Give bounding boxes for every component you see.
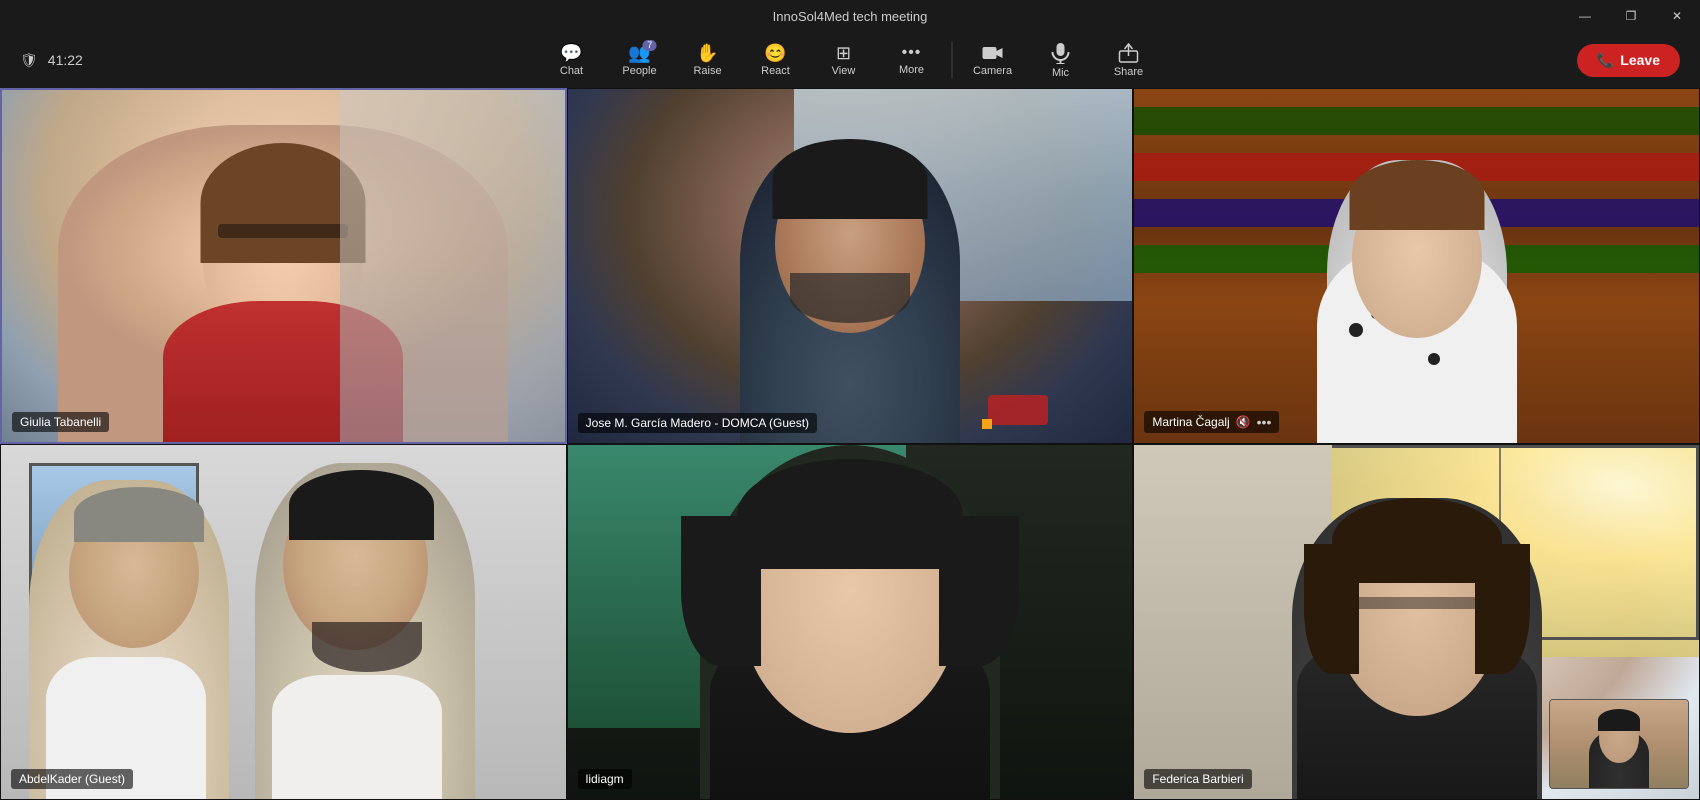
name-label-federica: Federica Barbieri <box>1144 769 1251 789</box>
name-label-lidiagm: lidiagm <box>578 769 632 789</box>
title-bar: InnoSol4Med tech meeting — ❐ ✕ <box>0 0 1700 32</box>
video-cell-lidiagm[interactable]: lidiagm <box>567 444 1134 800</box>
camera-icon <box>982 44 1004 62</box>
window-title: InnoSol4Med tech meeting <box>773 9 928 24</box>
leave-phone-icon: 📞 <box>1597 52 1614 69</box>
video-cell-jose[interactable]: Jose M. García Madero - DOMCA (Guest) <box>567 88 1134 444</box>
chat-icon: 💬 <box>560 44 582 62</box>
video-feed-jose <box>568 89 1133 443</box>
mute-icon-martina: 🔇 <box>1236 415 1251 429</box>
video-cell-giulia[interactable]: Giulia Tabanelli <box>0 88 567 444</box>
raise-button[interactable]: ✋ Raise <box>676 36 740 84</box>
self-view-feed <box>1550 700 1688 788</box>
toolbar-right: 📞 Leave <box>1577 44 1680 77</box>
video-cell-federica[interactable]: Federica Barbieri <box>1133 444 1700 800</box>
react-icon: 😊 <box>764 44 786 62</box>
video-cell-martina[interactable]: Martina Čagalj 🔇 ••• <box>1133 88 1700 444</box>
self-view-thumbnail[interactable] <box>1549 699 1689 789</box>
share-icon <box>1119 43 1139 63</box>
video-feed-lidiagm <box>568 445 1133 799</box>
react-button[interactable]: 😊 React <box>744 36 808 84</box>
name-label-jose: Jose M. García Madero - DOMCA (Guest) <box>578 413 817 433</box>
toolbar-left: 🛡 41:22 <box>20 52 83 69</box>
view-icon: ⊞ <box>836 44 851 62</box>
video-feed-abdelkader <box>1 445 566 799</box>
speaking-indicator <box>982 419 992 429</box>
toolbar: 🛡 41:22 💬 Chat 👥 7 People ✋ Raise 😊 Reac… <box>0 32 1700 88</box>
name-label-giulia: Giulia Tabanelli <box>12 412 109 432</box>
raise-icon: ✋ <box>696 44 718 62</box>
minimize-button[interactable]: — <box>1562 0 1608 32</box>
leave-button[interactable]: 📞 Leave <box>1577 44 1680 77</box>
mic-button[interactable]: Mic <box>1029 36 1093 84</box>
people-icon: 👥 7 <box>628 44 650 62</box>
shield-icon: 🛡 <box>20 52 38 69</box>
name-label-martina: Martina Čagalj 🔇 ••• <box>1144 411 1279 433</box>
divider <box>952 42 953 78</box>
camera-button[interactable]: Camera <box>961 36 1025 84</box>
video-grid: Giulia Tabanelli Jose M. García Madero -… <box>0 88 1700 800</box>
people-badge: 7 <box>643 40 657 51</box>
chat-button[interactable]: 💬 Chat <box>540 36 604 84</box>
share-button[interactable]: Share <box>1097 36 1161 84</box>
video-feed-giulia <box>2 90 565 442</box>
window-controls: — ❐ ✕ <box>1562 0 1700 32</box>
name-label-abdelkader: AbdelKader (Guest) <box>11 769 133 789</box>
maximize-button[interactable]: ❐ <box>1608 0 1654 32</box>
people-button[interactable]: 👥 7 People <box>608 36 672 84</box>
close-button[interactable]: ✕ <box>1654 0 1700 32</box>
mic-icon <box>1052 42 1070 64</box>
video-feed-martina <box>1134 89 1699 443</box>
more-icon: ••• <box>902 45 922 61</box>
meeting-timer: 41:22 <box>48 52 83 68</box>
more-button[interactable]: ••• More <box>880 36 944 84</box>
video-cell-abdelkader[interactable]: AbdelKader (Guest) <box>0 444 567 800</box>
more-options-icon-martina[interactable]: ••• <box>1257 414 1272 430</box>
toolbar-center: 💬 Chat 👥 7 People ✋ Raise 😊 React ⊞ View <box>540 36 1161 84</box>
view-button[interactable]: ⊞ View <box>812 36 876 84</box>
